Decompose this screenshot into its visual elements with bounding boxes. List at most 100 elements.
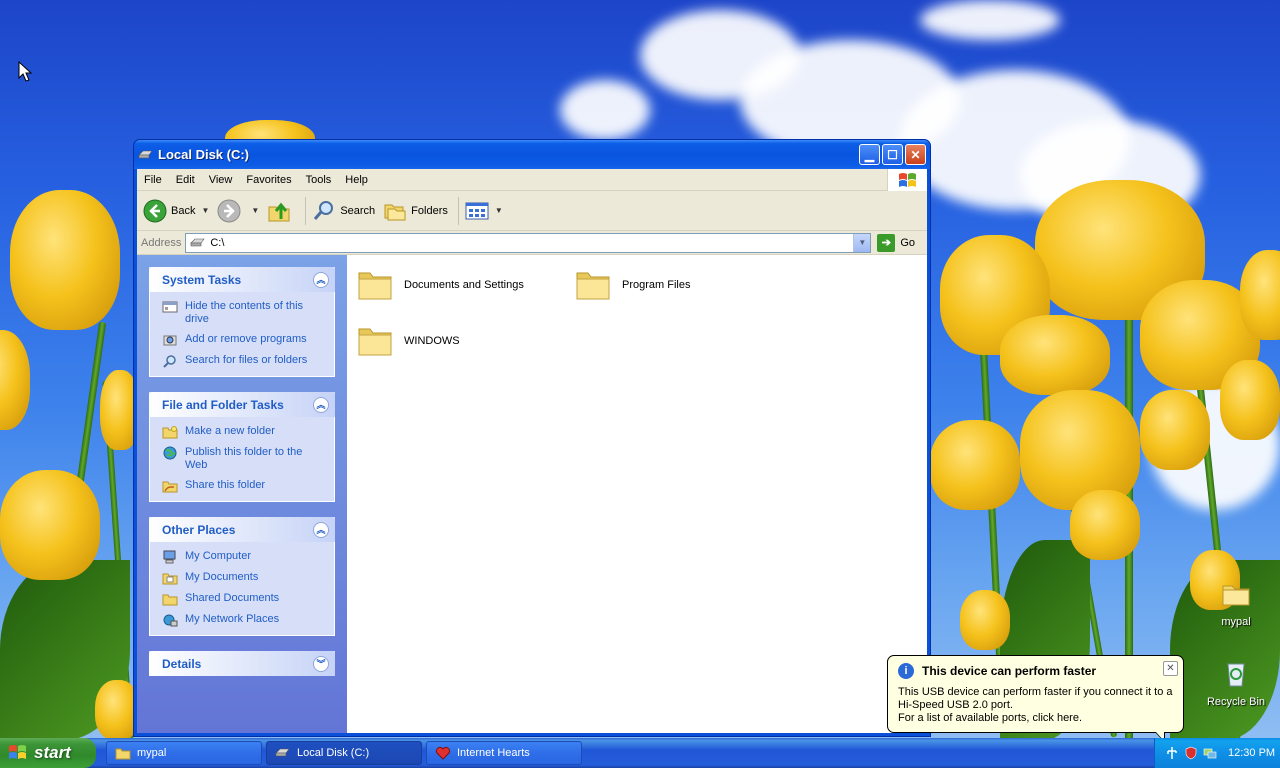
network-places-icon — [163, 614, 178, 627]
hide-drive-icon — [162, 301, 178, 313]
tulip-flower — [0, 470, 100, 580]
task-pane: System Tasks ︽ Hide the contents of this… — [137, 255, 347, 733]
folder-icon — [576, 272, 610, 300]
address-dropdown-button[interactable]: ▼ — [853, 233, 871, 252]
task-label: Search for files or folders — [185, 354, 308, 366]
collapse-icon[interactable]: ︽ — [313, 396, 329, 413]
share-folder-icon — [162, 481, 178, 493]
menu-favorites[interactable]: Favorites — [239, 174, 298, 186]
task-label: Make a new folder — [185, 425, 275, 437]
tulip-flower — [1000, 315, 1110, 395]
desktop-icon-label: mypal — [1221, 616, 1251, 628]
taskbar-button-label: Internet Hearts — [457, 747, 530, 759]
add-remove-programs-icon — [163, 335, 177, 346]
back-label: Back — [171, 204, 196, 217]
taskbar-button-local-disk[interactable]: Local Disk (C:) — [266, 741, 422, 765]
task-share-folder[interactable]: Share this folder — [162, 479, 324, 493]
network-icon[interactable] — [1203, 746, 1217, 760]
place-my-computer[interactable]: My Computer — [162, 550, 324, 564]
other-places-panel: Other Places ︽ My Computer My Documents … — [149, 517, 335, 636]
address-input[interactable]: C:\ ▼ — [185, 232, 872, 253]
menu-help[interactable]: Help — [338, 174, 375, 186]
up-folder-button[interactable] — [267, 199, 295, 223]
place-my-documents[interactable]: My Documents — [162, 571, 324, 585]
panel-title: Details — [162, 656, 202, 671]
close-icon: ✕ — [910, 147, 921, 162]
toolbar-separator — [457, 196, 459, 225]
maximize-icon: ☐ — [887, 147, 898, 162]
chevron-down-icon[interactable]: ▼ — [495, 206, 503, 215]
title-bar[interactable]: Local Disk (C:) ▁ ☐ ✕ — [134, 140, 930, 169]
folder-name: Program Files — [622, 279, 691, 291]
folder-icon — [358, 272, 392, 300]
balloon-line: This USB device can perform faster if yo… — [898, 686, 1173, 711]
drive-icon — [275, 748, 290, 757]
usb-device-icon[interactable] — [1165, 746, 1179, 760]
details-header[interactable]: Details ︾ — [149, 651, 335, 676]
forward-button[interactable]: ▼ — [217, 199, 259, 223]
info-icon: i — [898, 663, 914, 679]
minimize-button[interactable]: ▁ — [859, 144, 880, 165]
task-hide-drive[interactable]: Hide the contents of this drive — [162, 300, 324, 326]
task-label: Hide the contents of this drive — [185, 300, 304, 325]
mouse-cursor-icon — [18, 61, 32, 82]
folder-item[interactable]: Program Files — [575, 267, 690, 303]
other-places-header[interactable]: Other Places ︽ — [149, 517, 335, 542]
task-new-folder[interactable]: Make a new folder — [162, 425, 324, 439]
panel-title: File and Folder Tasks — [162, 397, 284, 412]
views-button[interactable]: ▼ — [465, 201, 503, 221]
system-tasks-header[interactable]: System Tasks ︽ — [149, 267, 335, 292]
start-button[interactable]: start — [0, 738, 96, 768]
balloon-close-button[interactable]: ✕ — [1163, 661, 1178, 676]
folders-button[interactable]: Folders — [383, 199, 448, 223]
address-bar: Address C:\ ▼ ➔ Go — [137, 231, 927, 255]
shared-documents-icon — [162, 594, 178, 606]
task-search-files[interactable]: Search for files or folders — [162, 354, 324, 368]
collapse-icon[interactable]: ︽ — [313, 521, 329, 538]
search-icon — [314, 200, 334, 220]
collapse-icon[interactable]: ︽ — [313, 271, 329, 288]
address-label: Address — [141, 236, 182, 249]
place-shared-documents[interactable]: Shared Documents — [162, 592, 324, 606]
folder-item[interactable]: Documents and Settings — [357, 267, 524, 303]
task-publish-web[interactable]: Publish this folder to the Web — [162, 446, 324, 472]
go-button[interactable]: ➔ Go — [877, 233, 916, 252]
security-shield-icon[interactable] — [1184, 746, 1198, 760]
maximize-button[interactable]: ☐ — [882, 144, 903, 165]
heart-icon — [435, 746, 451, 760]
place-my-network-places[interactable]: My Network Places — [162, 613, 324, 627]
chevron-down-icon[interactable]: ▼ — [201, 206, 209, 215]
desktop-icon-recycle-bin[interactable]: Recycle Bin — [1201, 658, 1271, 708]
menu-edit[interactable]: Edit — [169, 174, 202, 186]
back-button[interactable]: Back ▼ — [143, 199, 209, 223]
address-value: C:\ — [210, 236, 225, 249]
close-button[interactable]: ✕ — [905, 144, 926, 165]
menu-tools[interactable]: Tools — [299, 174, 339, 186]
go-label: Go — [900, 236, 916, 249]
clock[interactable]: 12:30 PM — [1228, 747, 1275, 759]
system-tasks-panel: System Tasks ︽ Hide the contents of this… — [149, 267, 335, 377]
my-documents-icon — [162, 573, 178, 585]
folder-item[interactable]: WINDOWS — [357, 323, 460, 359]
panel-title: Other Places — [162, 522, 236, 537]
task-add-remove-programs[interactable]: Add or remove programs — [162, 333, 324, 347]
chevron-down-icon[interactable]: ▼ — [251, 206, 259, 215]
toolbar-separator — [305, 196, 307, 225]
expand-icon[interactable]: ︾ — [313, 655, 329, 672]
taskbar-button-internet-hearts[interactable]: Internet Hearts — [426, 741, 582, 765]
desktop-icon-mypal[interactable]: mypal — [1201, 578, 1271, 628]
back-arrow-icon — [143, 199, 167, 222]
balloon-link[interactable]: For a list of available ports, click her… — [898, 712, 1173, 725]
search-button[interactable]: Search — [312, 199, 375, 223]
tulip-flower — [1020, 390, 1140, 510]
menu-file[interactable]: File — [137, 174, 169, 186]
details-panel: Details ︾ — [149, 651, 335, 676]
task-label: Publish this folder to the Web — [185, 446, 303, 471]
menu-view[interactable]: View — [202, 174, 240, 186]
up-folder-icon — [268, 202, 290, 221]
notification-balloon[interactable]: i This device can perform faster This US… — [887, 655, 1184, 743]
file-folder-tasks-header[interactable]: File and Folder Tasks ︽ — [149, 392, 335, 417]
taskbar-button-mypal[interactable]: mypal — [106, 741, 262, 765]
balloon-message: This USB device can perform faster if yo… — [898, 686, 1173, 725]
tulip-flower — [1240, 250, 1280, 340]
